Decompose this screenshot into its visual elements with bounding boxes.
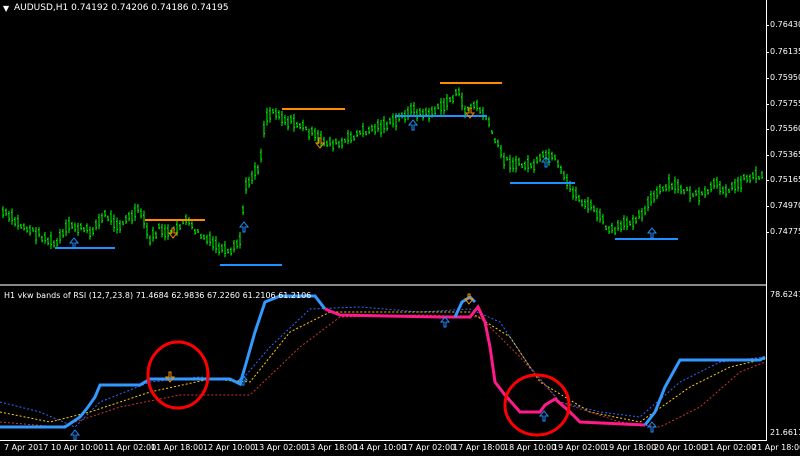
time-label: 10 Apr 10:00 xyxy=(51,443,104,452)
price-label: 0.74775 xyxy=(770,227,800,236)
price-label: 0.76135 xyxy=(770,47,800,56)
price-tick xyxy=(766,78,769,79)
time-label: 19 Apr 18:00 xyxy=(604,443,657,452)
price-label: 0.75755 xyxy=(770,99,800,108)
price-tick xyxy=(766,232,769,233)
price-axis-line xyxy=(766,0,767,440)
time-label: 19 Apr 02:00 xyxy=(553,443,606,452)
up-arrow-icon xyxy=(69,429,81,440)
main-chart[interactable]: ▼ AUDUSD,H1 0.74192 0.74206 0.74186 0.74… xyxy=(0,0,766,284)
pane-separator[interactable] xyxy=(0,284,766,286)
up-arrow-icon xyxy=(646,421,658,433)
price-label: 0.76430 xyxy=(770,20,800,29)
up-arrow-icon xyxy=(68,237,80,249)
down-arrow-icon xyxy=(314,137,326,149)
time-label: 13 Apr 18:00 xyxy=(305,443,358,452)
up-arrow-icon xyxy=(646,227,658,239)
price-label: 0.75950 xyxy=(770,73,800,82)
up-arrow-icon xyxy=(407,119,419,131)
symbol-info: AUDUSD,H1 0.74192 0.74206 0.74186 0.7419… xyxy=(14,3,229,13)
time-label: 13 Apr 02:00 xyxy=(254,443,307,452)
price-tick xyxy=(766,206,769,207)
indicator-pane[interactable]: H1 vkw bands of RSI (12,7,23.8) 71.4684 … xyxy=(0,287,766,440)
indicator-top-value: 78.6247 xyxy=(770,290,800,299)
time-label: 17 Apr 18:00 xyxy=(453,443,506,452)
time-label: 11 Apr 18:00 xyxy=(151,443,204,452)
highlight-circle xyxy=(146,340,210,410)
up-arrow-icon xyxy=(238,221,250,233)
price-tick xyxy=(766,52,769,53)
time-label: 7 Apr 2017 xyxy=(4,443,49,452)
time-label: 21 Apr 02:00 xyxy=(704,443,757,452)
price-label: 0.75560 xyxy=(770,124,800,133)
rsi-down-line xyxy=(324,304,646,427)
price-tick xyxy=(766,104,769,105)
price-tick xyxy=(766,129,769,130)
time-label: 11 Apr 02:00 xyxy=(104,443,157,452)
price-tick xyxy=(766,25,769,26)
price-tick xyxy=(766,180,769,181)
down-arrow-icon xyxy=(167,227,179,239)
rsi-bands-svg xyxy=(0,293,766,440)
rsi-up-line xyxy=(0,294,327,429)
time-label: 12 Apr 10:00 xyxy=(203,443,256,452)
band-red xyxy=(0,314,766,428)
price-label: 0.75365 xyxy=(770,150,800,159)
time-label: 20 Apr 10:00 xyxy=(654,443,707,452)
price-tick xyxy=(766,155,769,156)
time-axis-line xyxy=(0,440,767,441)
indicator-bottom-value: 21.6611 xyxy=(770,428,800,437)
dropdown-icon[interactable]: ▼ xyxy=(3,4,9,13)
price-chart-svg xyxy=(2,82,763,266)
time-label: 21 Apr 18:00 xyxy=(752,443,800,452)
price-label: 0.75165 xyxy=(770,175,800,184)
indicator-title: H1 vkw bands of RSI (12,7,23.8) 71.4684 … xyxy=(4,291,312,300)
band-yellow xyxy=(0,311,766,423)
time-label: 14 Apr 10:00 xyxy=(354,443,407,452)
rsi-up-line-3 xyxy=(643,355,766,426)
time-label: 17 Apr 02:00 xyxy=(403,443,456,452)
price-label: 0.74970 xyxy=(770,201,800,210)
time-label: 18 Apr 10:00 xyxy=(504,443,557,452)
